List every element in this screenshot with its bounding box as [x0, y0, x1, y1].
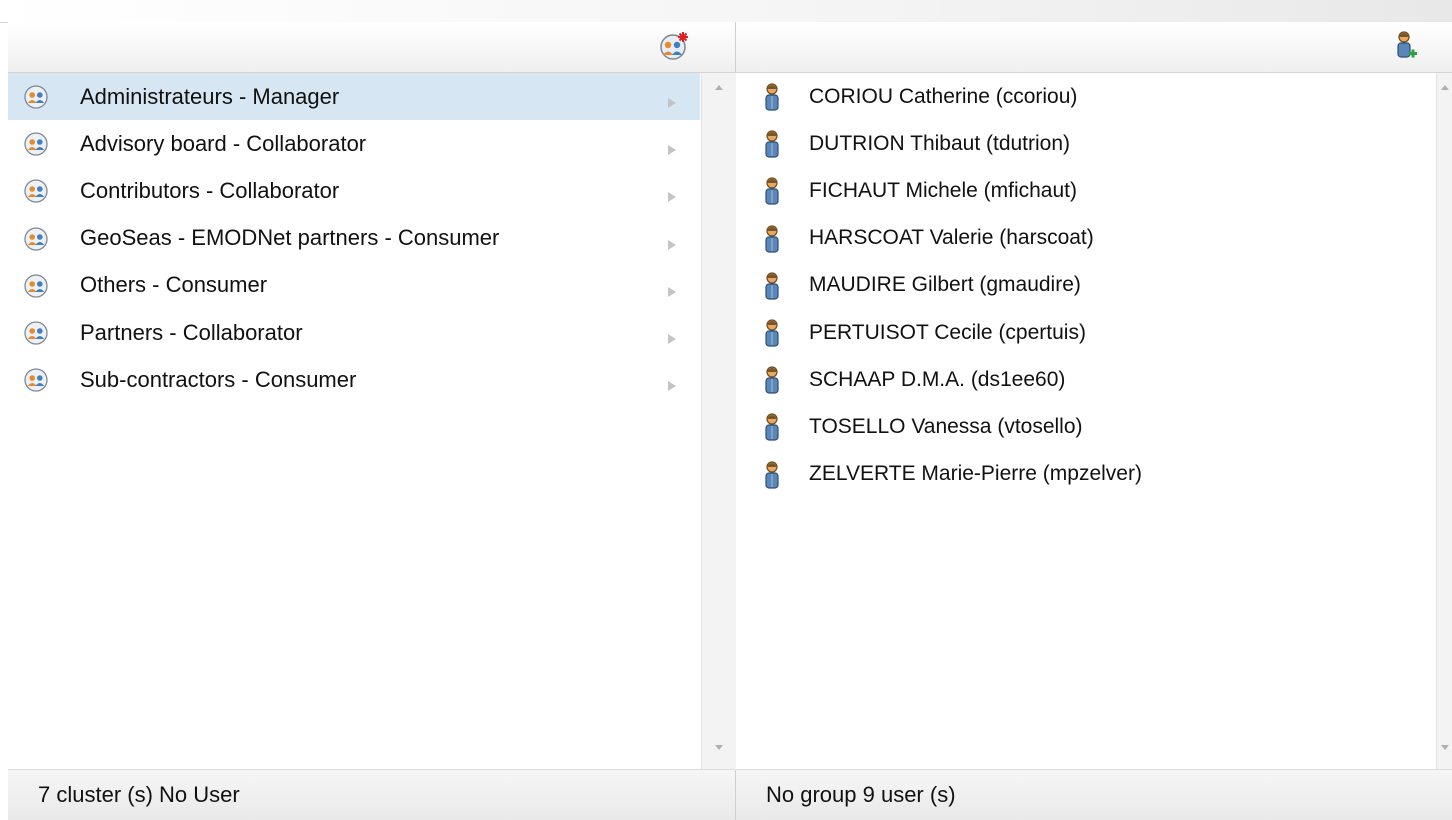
user-icon	[760, 411, 784, 443]
cluster-user-browser: Administrateurs - Manager Advisory board…	[8, 22, 1452, 820]
expand-arrow-icon[interactable]	[666, 90, 678, 108]
user-icon	[760, 270, 784, 302]
cluster-item-label: GeoSeas - EMODNet partners - Consumer	[80, 225, 500, 251]
expand-arrow-icon[interactable]	[666, 232, 678, 250]
user-icon	[760, 459, 784, 491]
user-item-label: CORIOU Catherine (ccoriou)	[809, 84, 1078, 108]
cluster-item[interactable]: GeoSeas - EMODNet partners - Consumer	[8, 215, 700, 262]
cluster-item[interactable]: Sub-contractors - Consumer	[8, 356, 700, 403]
window-top-strip	[0, 0, 1452, 23]
users-status-text: No group 9 user (s)	[766, 782, 956, 807]
expand-arrow-icon[interactable]	[666, 184, 678, 203]
scroll-up-arrow[interactable]	[1437, 83, 1452, 103]
expand-arrow-icon[interactable]	[666, 279, 678, 297]
users-scrollbar[interactable]	[1436, 73, 1452, 770]
user-icon	[760, 223, 784, 255]
cluster-item-label: Advisory board - Collaborator	[80, 130, 367, 156]
group-icon	[24, 226, 48, 251]
user-item[interactable]: MAUDIRE Gilbert (gmaudire)	[736, 262, 1436, 309]
clusters-panel: Administrateurs - Manager Advisory board…	[8, 22, 736, 820]
clusters-status-text: 7 cluster (s) No User	[38, 782, 240, 807]
cluster-item[interactable]: Administrateurs - Manager	[8, 73, 700, 121]
cluster-item[interactable]: Others - Consumer	[8, 262, 700, 309]
user-icon	[760, 317, 784, 349]
user-item[interactable]: CORIOU Catherine (ccoriou)	[736, 73, 1436, 120]
cluster-item-label: Partners - Collaborator	[80, 319, 303, 345]
users-panel: CORIOU Catherine (ccoriou) DUTRION Thiba…	[736, 22, 1452, 820]
clusters-status-bar: 7 cluster (s) No User	[8, 769, 735, 820]
cluster-item-label: Sub-contractors - Consumer	[80, 366, 357, 392]
cluster-item-label: Contributors - Collaborator	[80, 177, 340, 203]
cluster-item[interactable]: Partners - Collaborator	[8, 309, 700, 356]
scroll-down-arrow[interactable]	[702, 744, 736, 764]
group-icon	[24, 85, 48, 109]
cluster-item-label: Others - Consumer	[80, 272, 268, 298]
user-icon	[760, 364, 784, 396]
user-item-label: SCHAAP D.M.A. (ds1ee60)	[809, 367, 1066, 391]
cluster-item[interactable]: Advisory board - Collaborator	[8, 120, 700, 167]
group-icon	[24, 368, 48, 392]
users-toolbar	[736, 22, 1452, 73]
group-icon	[24, 179, 48, 204]
clusters-scrollbar[interactable]	[701, 73, 736, 770]
user-item-label: HARSCOAT Valerie (harscoat)	[809, 226, 1094, 250]
group-add-icon	[660, 32, 688, 60]
expand-arrow-icon[interactable]	[666, 137, 678, 156]
group-icon	[24, 132, 48, 156]
user-icon	[760, 128, 784, 160]
clusters-list: Administrateurs - Manager Advisory board…	[8, 73, 700, 770]
add-user-button[interactable]	[1388, 30, 1424, 62]
add-cluster-button[interactable]	[656, 30, 692, 62]
cluster-item[interactable]: Contributors - Collaborator	[8, 167, 700, 214]
expand-arrow-icon[interactable]	[666, 373, 678, 392]
user-item[interactable]: SCHAAP D.M.A. (ds1ee60)	[736, 356, 1436, 403]
user-item[interactable]: HARSCOAT Valerie (harscoat)	[736, 215, 1436, 262]
user-icon	[760, 175, 784, 207]
user-item[interactable]: DUTRION Thibaut (tdutrion)	[736, 120, 1436, 167]
cluster-item-label: Administrateurs - Manager	[80, 83, 340, 109]
user-item-label: TOSELLO Vanessa (vtosello)	[809, 414, 1083, 438]
user-item-label: ZELVERTE Marie-Pierre (mpzelver)	[809, 462, 1142, 486]
users-status-bar: No group 9 user (s)	[736, 769, 1452, 820]
user-item-label: FICHAUT Michele (mfichaut)	[809, 178, 1077, 202]
expand-arrow-icon[interactable]	[666, 326, 678, 344]
group-icon	[24, 321, 48, 345]
user-item-label: PERTUISOT Cecile (cpertuis)	[809, 320, 1086, 344]
scroll-up-arrow[interactable]	[702, 83, 736, 103]
user-icon	[760, 81, 784, 113]
user-item-label: MAUDIRE Gilbert (gmaudire)	[809, 273, 1081, 297]
users-list: CORIOU Catherine (ccoriou) DUTRION Thiba…	[736, 73, 1436, 770]
user-add-icon	[1397, 31, 1417, 58]
user-item[interactable]: TOSELLO Vanessa (vtosello)	[736, 403, 1436, 450]
group-icon	[24, 274, 48, 298]
user-item-label: DUTRION Thibaut (tdutrion)	[809, 131, 1071, 155]
user-item[interactable]: ZELVERTE Marie-Pierre (mpzelver)	[736, 451, 1436, 498]
clusters-toolbar	[8, 22, 735, 73]
scroll-down-arrow[interactable]	[1437, 744, 1452, 764]
user-item[interactable]: FICHAUT Michele (mfichaut)	[736, 167, 1436, 214]
user-item[interactable]: PERTUISOT Cecile (cpertuis)	[736, 309, 1436, 356]
